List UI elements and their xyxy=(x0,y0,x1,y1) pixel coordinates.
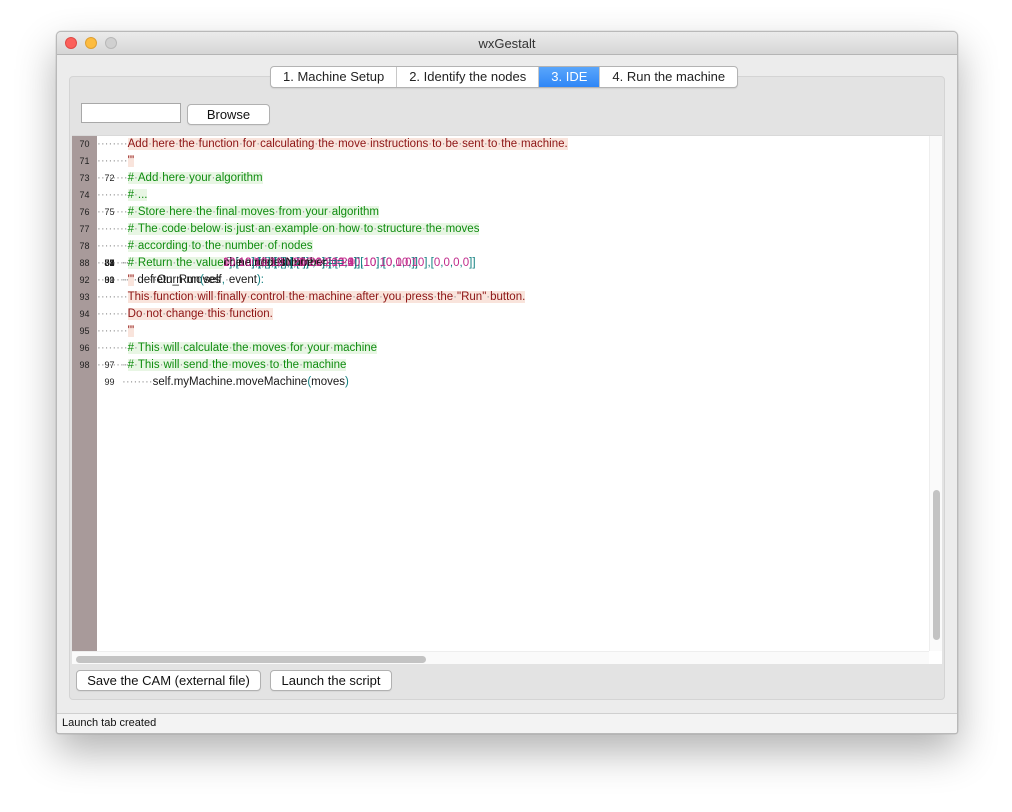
browse-button[interactable]: Browse xyxy=(187,104,270,125)
line-number: 88 xyxy=(79,258,90,268)
line-number: 92 xyxy=(79,275,90,285)
code-text: ········#·according·to·the·number·of·nod… xyxy=(97,240,313,252)
code-text: ········This·function·will·finally·contr… xyxy=(97,291,526,303)
code-line: 70 ········Add·here·the·function·for·calc… xyxy=(72,136,928,153)
file-path-input[interactable] xyxy=(81,103,181,123)
code-text: ········#·This·will·calculate·the·moves·… xyxy=(97,342,378,354)
code-text: ········''' xyxy=(97,325,135,337)
vertical-scroll-thumb[interactable] xyxy=(933,490,940,640)
line-number: 77 xyxy=(79,224,90,234)
line-number: 95 xyxy=(79,326,90,336)
line-number: 71 xyxy=(79,156,90,166)
tab-machine-setup[interactable]: 1. Machine Setup xyxy=(271,67,398,87)
horizontal-scroll-thumb[interactable] xyxy=(76,656,426,663)
launch-script-button[interactable]: Launch the script xyxy=(270,670,392,691)
code-line: 76 ········#·Store·here·the·final·moves·f… xyxy=(72,204,928,221)
code-text: ········#·This·will·send·the·moves·to·th… xyxy=(97,359,347,371)
window-title: wxGestalt xyxy=(478,36,536,51)
code-line: 78 ········#·according·to·the·number·of·n… xyxy=(72,238,928,255)
line-number: 94 xyxy=(79,309,90,319)
code-line: 93 ········This·function·will·finally·con… xyxy=(72,289,928,306)
code-text: ········#·Add·here·your·algorithm xyxy=(97,172,263,184)
tab-identify-nodes[interactable]: 2. Identify the nodes xyxy=(397,67,540,87)
code-line: 96 ········#·This·will·calculate·the·move… xyxy=(72,340,928,357)
code-text: ········#·Return·the·value xyxy=(97,257,224,269)
tab-ide[interactable]: 3. IDE xyxy=(539,67,601,87)
code-text: ········self.myMachine.moveMachine(moves… xyxy=(122,376,349,388)
code-editor[interactable]: 70 ········Add·here·the·function·for·calc… xyxy=(72,135,942,664)
code-line: 88 ········#·Return·the·value xyxy=(72,255,928,272)
line-number: 78 xyxy=(79,241,90,251)
line-number: 73 xyxy=(79,173,90,183)
code-text: ········#·Store·here·the·final·moves·fro… xyxy=(97,206,379,218)
code-line: 74 ········#·... xyxy=(72,187,928,204)
code-line: 94 ········Do·not·change·this·function. xyxy=(72,306,928,323)
line-number: 76 xyxy=(79,207,90,217)
status-bar: Launch tab created xyxy=(57,713,957,733)
code-line: 92 ········''' xyxy=(72,272,928,289)
app-window: wxGestalt 1. Machine Setup 2. Identify t… xyxy=(56,31,958,734)
save-cam-button[interactable]: Save the CAM (external file) xyxy=(76,670,261,691)
code-text: ········''' xyxy=(97,155,135,167)
line-number: 98 xyxy=(79,360,90,370)
line-number: 93 xyxy=(79,292,90,302)
tab-bar: 1. Machine Setup 2. Identify the nodes 3… xyxy=(270,66,739,88)
code-text: ········Do·not·change·this·function. xyxy=(97,308,273,320)
code-line: 73 ········#·Add·here·your·algorithm xyxy=(72,170,928,187)
code-line: 98 ········#·This·will·send·the·moves·to·… xyxy=(72,357,928,374)
code-text: ········Add·here·the·function·for·calcul… xyxy=(97,138,568,150)
line-number: 96 xyxy=(79,343,90,353)
code-line: 77 ········#·The·code·below·is·just·an·ex… xyxy=(72,221,928,238)
code-line: 95 ········''' xyxy=(72,323,928,340)
line-number: 74 xyxy=(79,190,90,200)
code-text: ········''' xyxy=(97,274,135,286)
code-text: ········#·... xyxy=(97,189,148,201)
vertical-scrollbar[interactable] xyxy=(929,136,942,651)
line-number: 70 xyxy=(79,139,90,149)
horizontal-scrollbar[interactable] xyxy=(72,651,929,664)
title-bar: wxGestalt xyxy=(57,32,957,55)
line-number: 99 xyxy=(104,377,115,387)
tab-run-machine[interactable]: 4. Run the machine xyxy=(600,67,737,87)
code-text: ········#·The·code·below·is·just·an·exam… xyxy=(97,223,480,235)
code-line: 71 ········''' xyxy=(72,153,928,170)
code-lines: 70 ········Add·here·the·function·for·calc… xyxy=(72,136,928,388)
